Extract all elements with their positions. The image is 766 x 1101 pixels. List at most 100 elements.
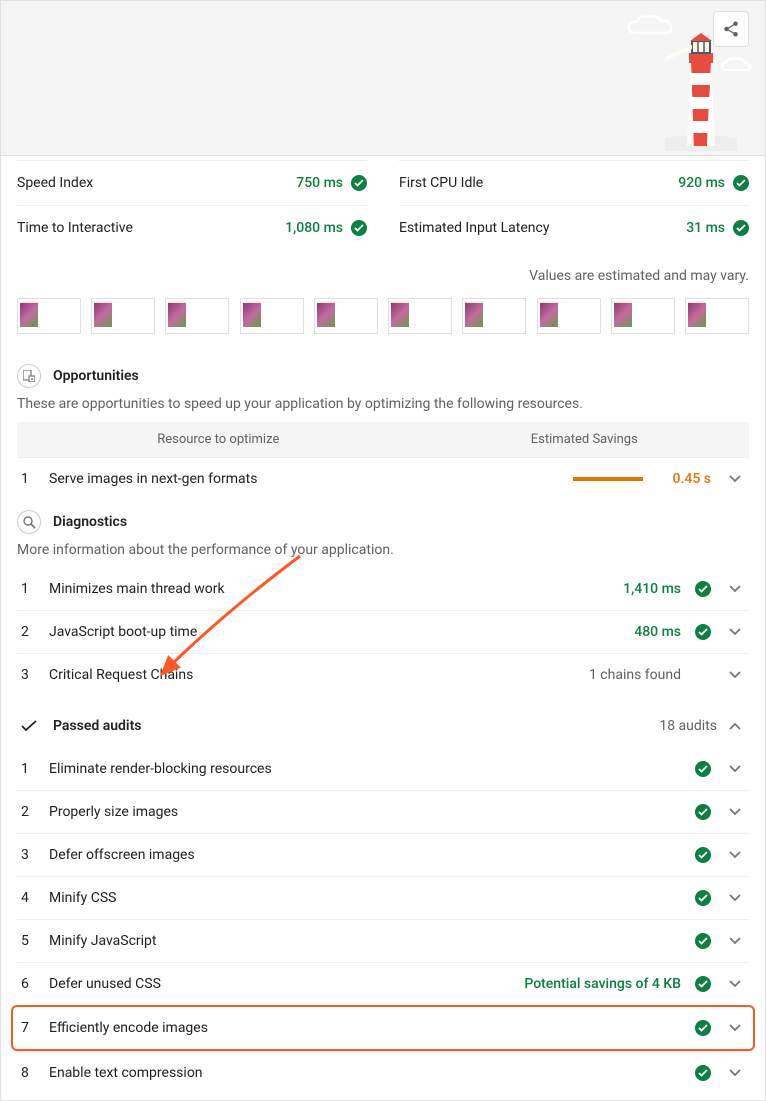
chevron-down-icon[interactable] [725, 845, 745, 865]
passed-count: 18 audits [659, 718, 717, 734]
audit-value: 1,410 ms [623, 581, 681, 597]
audit-value: Potential savings of 4 KB [524, 976, 681, 992]
opportunities-header: Opportunities [17, 354, 749, 396]
audit-label: Eliminate render-blocking resources [49, 761, 667, 777]
pass-icon [351, 220, 367, 236]
search-icon [17, 510, 41, 534]
audit-number: 3 [21, 847, 35, 863]
chevron-down-icon[interactable] [725, 665, 745, 685]
pass-icon [695, 761, 711, 777]
passed-audits-header[interactable]: Passed audits 18 audits [17, 696, 749, 748]
section-title: Diagnostics [53, 514, 127, 530]
pass-icon [733, 175, 749, 191]
check-icon [17, 714, 41, 738]
metric-tti: Time to Interactive 1,080 ms [17, 205, 367, 250]
filmstrip [17, 292, 749, 354]
chevron-down-icon[interactable] [725, 1063, 745, 1083]
metric-label: Time to Interactive [17, 220, 133, 236]
audit-number: 1 [21, 581, 35, 597]
passed-audit-item[interactable]: 5 Minify JavaScript [17, 919, 749, 962]
pass-icon [695, 624, 711, 640]
audit-number: 2 [21, 624, 35, 640]
metric-value: 1,080 ms [285, 220, 343, 236]
metric-label: Estimated Input Latency [399, 220, 549, 236]
chevron-down-icon[interactable] [725, 888, 745, 908]
audit-label: Minify CSS [49, 890, 667, 906]
pass-icon [695, 933, 711, 949]
chevron-down-icon[interactable] [725, 579, 745, 599]
section-title: Opportunities [53, 368, 139, 384]
chevron-down-icon[interactable] [725, 1018, 745, 1038]
audit-number: 1 [21, 471, 35, 487]
passed-audit-item[interactable]: 6 Defer unused CSS Potential savings of 4 … [17, 962, 749, 1005]
diagnostic-item[interactable]: 1 Minimizes main thread work 1,410 ms [17, 568, 749, 610]
chevron-down-icon[interactable] [725, 931, 745, 951]
passed-audit-item[interactable]: 2Properly size images [17, 790, 749, 833]
opportunity-item[interactable]: 1 Serve images in next-gen formats 0.45 … [17, 457, 749, 500]
pass-icon [733, 220, 749, 236]
chevron-down-icon[interactable] [725, 974, 745, 994]
metric-value: 920 ms [678, 175, 725, 191]
passed-audit-item[interactable]: 3Defer offscreen images [17, 833, 749, 876]
audit-value: 480 ms [634, 624, 681, 640]
audit-label: Minimizes main thread work [49, 581, 609, 597]
section-title: Passed audits [53, 718, 141, 734]
pass-icon [695, 976, 711, 992]
audit-label: Enable text compression [49, 1065, 667, 1081]
filmstrip-frame [462, 298, 526, 334]
diagnostic-item[interactable]: 3Critical Request Chains1 chains found [17, 653, 749, 696]
audit-number: 7 [21, 1020, 35, 1036]
diagnostics-header: Diagnostics [17, 500, 749, 542]
audit-number: 6 [21, 976, 35, 992]
col-resource: Resource to optimize [17, 432, 420, 447]
audit-number: 8 [21, 1065, 35, 1081]
pass-icon [695, 581, 711, 597]
passed-audit-item[interactable]: 7 Efficiently encode images [11, 1005, 755, 1051]
audit-label: Minify JavaScript [49, 933, 667, 949]
filmstrip-frame [611, 298, 675, 334]
audit-number: 3 [21, 667, 35, 683]
passed-audit-item[interactable]: 1Eliminate render-blocking resources [17, 748, 749, 790]
diagnostic-item[interactable]: 2JavaScript boot-up time480 ms [17, 610, 749, 653]
filmstrip-frame [17, 298, 81, 334]
audit-label: Efficiently encode images [49, 1020, 667, 1036]
metric-value: 750 ms [296, 175, 343, 191]
audit-number: 2 [21, 804, 35, 820]
metrics-grid: Speed Index 750 ms Time to Interactive 1… [17, 156, 749, 250]
audit-number: 4 [21, 890, 35, 906]
chevron-up-icon[interactable] [725, 716, 745, 736]
audit-label: Critical Request Chains [49, 667, 575, 683]
chevron-down-icon[interactable] [725, 469, 745, 489]
filmstrip-frame [314, 298, 378, 334]
chevron-down-icon[interactable] [725, 759, 745, 779]
lighthouse-illustration [665, 31, 737, 155]
chevron-down-icon[interactable] [725, 802, 745, 822]
audit-label: Serve images in next-gen formats [49, 471, 559, 487]
estimated-note: Values are estimated and may vary. [17, 250, 749, 292]
filmstrip-frame [165, 298, 229, 334]
opportunities-desc: These are opportunities to speed up your… [17, 396, 749, 422]
pass-icon [695, 890, 711, 906]
metric-label: Speed Index [17, 175, 93, 191]
pass-icon [695, 1020, 711, 1036]
metric-value: 31 ms [686, 220, 725, 236]
report-header [0, 0, 766, 155]
passed-audit-item[interactable]: 8 Enable text compression [17, 1051, 749, 1094]
diagnostics-desc: More information about the performance o… [17, 542, 749, 568]
passed-audit-item[interactable]: 4 Minify CSS [17, 876, 749, 919]
metric-cpu-idle: First CPU Idle 920 ms [399, 160, 749, 205]
pass-icon [351, 175, 367, 191]
audit-number: 5 [21, 933, 35, 949]
metric-speed-index: Speed Index 750 ms [17, 160, 367, 205]
chevron-down-icon[interactable] [725, 622, 745, 642]
opportunity-columns: Resource to optimize Estimated Savings [17, 422, 749, 457]
filmstrip-frame [240, 298, 304, 334]
savings-bar [573, 477, 643, 481]
opportunities-icon [17, 364, 41, 388]
filmstrip-frame [91, 298, 155, 334]
pass-icon [695, 847, 711, 863]
audit-label: Defer unused CSS [49, 976, 510, 992]
filmstrip-frame [537, 298, 601, 334]
filmstrip-frame [685, 298, 749, 334]
metric-label: First CPU Idle [399, 175, 483, 191]
